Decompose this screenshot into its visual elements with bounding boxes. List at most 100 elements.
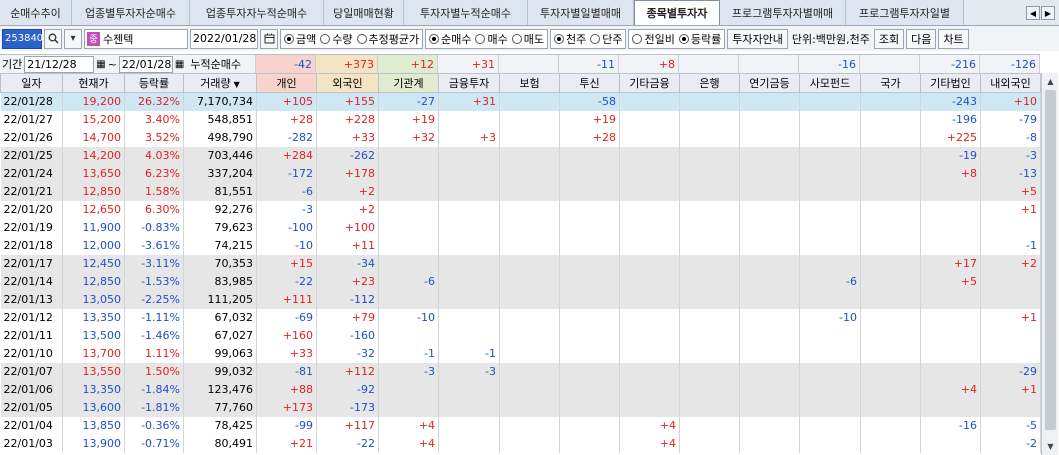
table-row[interactable]: 22/01/10 13,700 1.11% 99,063 +33 -32 -1 -1 xyxy=(0,344,1041,363)
table-row[interactable]: 22/01/21 12,850 1.58% 81,551 -6 +2 +5 xyxy=(0,182,1041,201)
scroll-up-icon[interactable]: ▲ xyxy=(1044,74,1057,88)
amount-radio-2[interactable]: 추정평균가 xyxy=(356,31,419,47)
unit-radio-0[interactable]: 천주 xyxy=(553,31,586,47)
column-header-1[interactable]: 현재가 xyxy=(62,73,125,93)
tab-scroll-right-icon[interactable]: ▶ xyxy=(1041,6,1055,20)
column-header-4[interactable]: 개인 xyxy=(256,73,317,93)
query-button[interactable]: 조회 xyxy=(873,28,905,49)
table-row[interactable]: 22/01/14 12,850 -1.53% 83,985 -22 +23 -6 -6 +5 xyxy=(0,272,1041,291)
calendar-icon[interactable] xyxy=(260,28,278,49)
cell-investor-value xyxy=(499,272,560,291)
cell-price: 13,700 xyxy=(62,344,125,363)
tab-7[interactable]: 프로그램투자자별매매 xyxy=(720,0,846,25)
column-header-0[interactable]: 일자 xyxy=(0,73,63,93)
table-row[interactable]: 22/01/03 13,900 -0.71% 80,491 +21 -22 +4 +4 -2 xyxy=(0,434,1041,453)
chart-button[interactable]: 차트 xyxy=(938,28,969,49)
tab-4[interactable]: 투자자별누적순매수 xyxy=(404,0,528,25)
column-header-9[interactable]: 투신 xyxy=(559,73,620,93)
table-row[interactable]: 22/01/27 15,200 3.40% 548,851 +28 +228 +19 +19-… xyxy=(0,110,1041,129)
vertical-scrollbar[interactable]: ▲ ▼ xyxy=(1041,73,1058,455)
column-header-8[interactable]: 보험 xyxy=(499,73,560,93)
trade-radio-2[interactable]: 매도 xyxy=(511,31,544,47)
calendar-icon[interactable]: ▦ xyxy=(175,59,184,70)
table-row[interactable]: 22/01/05 13,600 -1.81% 77,760 +173 -173 xyxy=(0,398,1041,417)
next-button[interactable]: 다음 xyxy=(906,28,937,49)
trade-radio-label: 매도 xyxy=(523,32,544,46)
cell-investor-value: -282 xyxy=(256,128,317,147)
calendar-icon[interactable]: ▦ xyxy=(96,59,105,70)
cell-volume: 7,170,734 xyxy=(183,92,257,111)
stock-code-input[interactable]: 253840 xyxy=(2,28,43,49)
cell-volume: 77,760 xyxy=(183,398,257,417)
table-row[interactable]: 22/01/07 13,550 1.50% 99,032 -81 +112 -3 -3 -29 xyxy=(0,362,1041,381)
compare-radio-0[interactable]: 전일비 xyxy=(632,31,675,47)
column-header-10[interactable]: 기타금융 xyxy=(619,73,680,93)
table-row[interactable]: 22/01/20 12,650 6.30% 92,276 -3 +2 +1 xyxy=(0,200,1041,219)
tab-3[interactable]: 당일매매현황 xyxy=(324,0,404,25)
tab-1[interactable]: 업종별투자자순매수 xyxy=(72,0,190,25)
column-header-14[interactable]: 국가 xyxy=(860,73,921,93)
cell-investor-value xyxy=(559,146,620,165)
tab-5[interactable]: 투자자별일별매매 xyxy=(528,0,634,25)
cell-investor-value xyxy=(499,92,560,111)
table-row[interactable]: 22/01/17 12,450 -3.11% 70,353 +15 -34 +17 +2 xyxy=(0,254,1041,273)
column-header-11[interactable]: 은행 xyxy=(679,73,740,93)
cell-investor-value xyxy=(679,344,740,363)
stock-name-field[interactable]: 중 수젠텍 xyxy=(84,28,188,49)
compare-radio-1[interactable]: 등락률 xyxy=(678,31,721,47)
tab-0[interactable]: 순매수추이 xyxy=(0,0,72,25)
stock-list-icon[interactable]: ▾ xyxy=(64,28,82,49)
column-header-6[interactable]: 기관계 xyxy=(378,73,439,93)
table-row[interactable]: 22/01/26 14,700 3.52% 498,790 -282 +33 +32 +3 +2… xyxy=(0,128,1041,147)
period-end-input[interactable]: 22/01/28 xyxy=(118,55,173,73)
column-header-13[interactable]: 사모펀드 xyxy=(799,73,861,93)
cell-investor-value xyxy=(920,182,981,201)
table-row[interactable]: 22/01/18 12,000 -3.61% 74,215 -10 +11 -1 xyxy=(0,236,1041,255)
tab-8[interactable]: 프로그램투자자일별 xyxy=(846,0,964,25)
cell-investor-value: +5 xyxy=(920,272,981,291)
column-header-3[interactable]: 거래량 ▼ xyxy=(183,73,257,93)
table-row[interactable]: 22/01/19 11,900 -0.83% 79,623 -100 +100 xyxy=(0,218,1041,237)
amount-radio-0[interactable]: 금액 xyxy=(284,31,316,47)
amount-radio-1[interactable]: 수량 xyxy=(320,31,353,47)
scroll-thumb[interactable] xyxy=(1045,90,1056,430)
cell-investor-value: -3 xyxy=(438,362,500,381)
table-row[interactable]: 22/01/12 13,350 -1.11% 67,032 -69 +79 -10 -10 +1 xyxy=(0,308,1041,327)
cell-investor-value xyxy=(499,398,560,417)
table-row[interactable]: 22/01/11 13,500 -1.46% 67,027 +160 -160 xyxy=(0,326,1041,345)
query-toolbar: 253840 ▾ 중 수젠텍 2022/01/28 금액 수량 추정평균가 순매수 매… xyxy=(0,26,1059,51)
tab-scroll-left-icon[interactable]: ◀ xyxy=(1026,6,1040,20)
table-row[interactable]: 22/01/06 13,350 -1.84% 123,476 +88 -92 +4 +1 xyxy=(0,380,1041,399)
period-start-input[interactable]: 21/12/28 xyxy=(24,55,95,73)
column-header-12[interactable]: 연기금등 xyxy=(739,73,800,93)
column-header-7[interactable]: 금융투자 xyxy=(438,73,500,93)
sort-down-icon[interactable]: ▼ xyxy=(234,80,240,89)
cell-investor-value xyxy=(559,308,620,327)
trade-radio-0[interactable]: 순매수 xyxy=(429,31,471,47)
cell-investor-value xyxy=(860,272,921,291)
base-date-input[interactable]: 2022/01/28 xyxy=(190,28,258,49)
tab-6[interactable]: 종목별투자자 xyxy=(634,0,720,25)
cumulative-total-cell xyxy=(499,55,559,73)
trade-radio-1[interactable]: 매수 xyxy=(475,31,508,47)
cell-investor-value xyxy=(679,182,740,201)
cell-investor-value xyxy=(679,218,740,237)
search-icon[interactable] xyxy=(44,28,62,49)
column-header-label: 현재가 xyxy=(78,77,109,90)
scroll-down-icon[interactable]: ▼ xyxy=(1044,439,1057,453)
column-header-16[interactable]: 내외국인 xyxy=(980,73,1041,93)
cell-investor-value xyxy=(499,146,560,165)
investor-guide-button[interactable]: 투자자안내 xyxy=(727,28,788,49)
tab-2[interactable]: 업종투자자누적순매수 xyxy=(190,0,324,25)
cell-investor-value xyxy=(679,200,740,219)
cell-date: 22/01/12 xyxy=(0,308,63,327)
table-row[interactable]: 22/01/28 19,200 26.32% 7,170,734 +105 +155 -27… xyxy=(0,92,1041,111)
table-row[interactable]: 22/01/04 13,850 -0.36% 78,425 -99 +117 +4 +4 -16… xyxy=(0,416,1041,435)
table-row[interactable]: 22/01/25 14,200 4.03% 703,446 +284 -262 -19 -3 xyxy=(0,146,1041,165)
column-header-2[interactable]: 등락률 xyxy=(124,73,184,93)
table-row[interactable]: 22/01/13 13,050 -2.25% 111,205 +111 -112 xyxy=(0,290,1041,309)
unit-radio-1[interactable]: 단주 xyxy=(590,31,622,47)
column-header-5[interactable]: 외국인 xyxy=(316,73,379,93)
column-header-15[interactable]: 기타법인 xyxy=(920,73,981,93)
table-row[interactable]: 22/01/24 13,650 6.23% 337,204 -172 +178 +8 -13 xyxy=(0,164,1041,183)
